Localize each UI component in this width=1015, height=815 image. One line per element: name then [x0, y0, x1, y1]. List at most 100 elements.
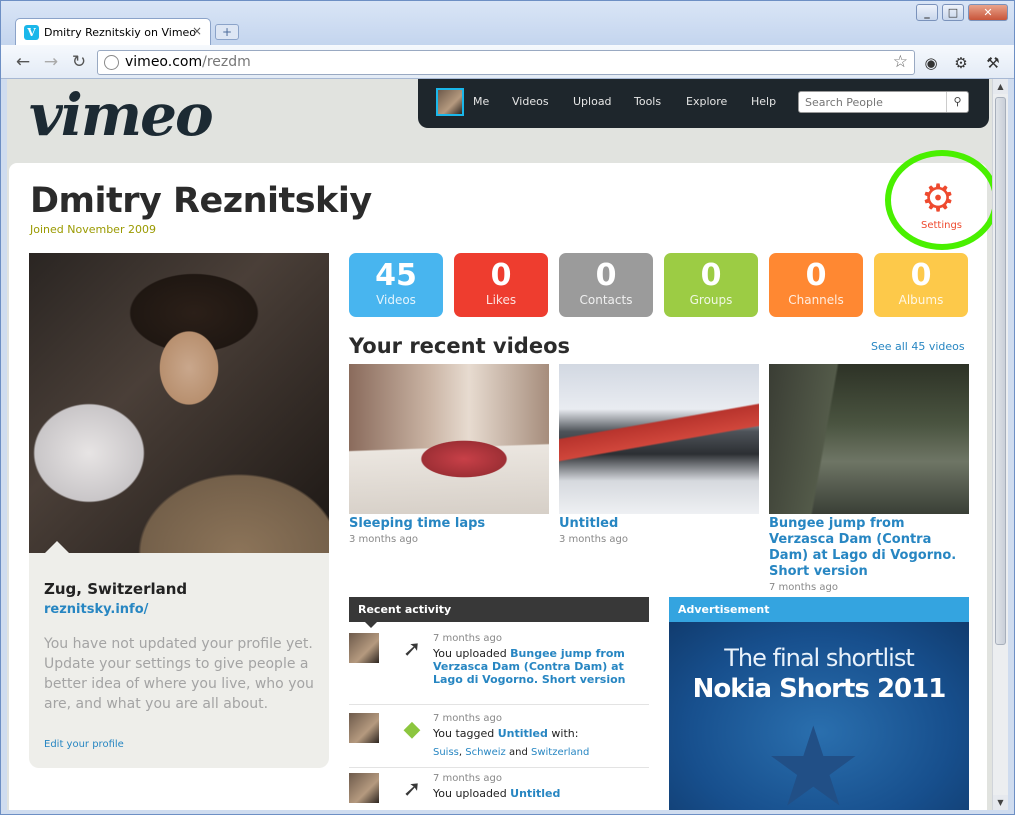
nav-videos[interactable]: Videos [512, 95, 549, 108]
video-age: 3 months ago [349, 534, 418, 545]
page-viewport: vimeo Me Videos Upload Tools Explore Hel… [7, 79, 992, 810]
stat-label: Albums [898, 293, 944, 307]
tag-link[interactable]: Suiss [433, 747, 459, 758]
profile-card: Dmitry Reznitskiy Joined November 2009 ⚙… [9, 150, 992, 810]
video-thumbnail[interactable] [559, 364, 759, 514]
see-all-videos-link[interactable]: See all 45 videos [871, 340, 965, 353]
upload-arrow-icon: ➚ [402, 637, 422, 662]
activity-time: 7 months ago [433, 773, 502, 784]
user-avatar[interactable] [436, 88, 464, 116]
tab-close-icon[interactable]: × [192, 24, 202, 38]
video-thumbnail[interactable] [349, 364, 549, 514]
stat-label: Likes [485, 293, 517, 307]
activity-time: 7 months ago [433, 633, 502, 644]
advertisement-banner[interactable]: The final shortlist Nokia Shorts 2011 ★ [669, 622, 969, 810]
search-box: ⚲ [798, 91, 969, 113]
activity-video-link[interactable]: Untitled [498, 727, 548, 740]
activity-video-link[interactable]: Untitled [510, 787, 560, 800]
forward-arrow-icon[interactable]: → [41, 52, 61, 72]
video-card[interactable]: Bungee jump from Verzasca Dam (Contra Da… [769, 364, 969, 593]
recent-activity-header: Recent activity [349, 597, 649, 622]
video-card[interactable]: Untitled 3 months ago [559, 364, 759, 545]
video-thumbnail[interactable] [769, 364, 969, 514]
upload-arrow-icon: ➚ [402, 777, 422, 802]
video-title[interactable]: Bungee jump from Verzasca Dam (Contra Da… [769, 516, 969, 580]
scroll-down-arrow-icon[interactable]: ▼ [993, 795, 1008, 810]
gear-icon: ⚙ [921, 176, 956, 220]
video-title[interactable]: Sleeping time laps [349, 516, 549, 532]
stat-count: 0 [595, 258, 617, 293]
stat-tile-albums[interactable]: 0 Albums [874, 253, 968, 317]
profile-website-link[interactable]: reznitsky.info/ [44, 602, 148, 617]
activity-item: ◆ 7 months ago You tagged Untitled with:… [349, 713, 649, 768]
search-icon[interactable]: ⚲ [946, 92, 968, 112]
address-bar[interactable]: vimeo.com/rezdm ☆ [97, 50, 915, 75]
stat-tile-channels[interactable]: 0 Channels [769, 253, 863, 317]
vertical-scrollbar[interactable]: ▲ ▼ [992, 79, 1008, 810]
nav-me[interactable]: Me [473, 95, 489, 108]
stat-label: Channels [788, 293, 844, 307]
profile-photo [29, 253, 329, 553]
stat-count: 0 [700, 258, 722, 293]
stat-tile-likes[interactable]: 0 Likes [454, 253, 548, 317]
tag-link[interactable]: Schweiz [465, 747, 506, 758]
activity-text: You tagged Untitled with: [433, 727, 579, 740]
close-window-button[interactable]: ✕ [968, 4, 1008, 21]
settings-button[interactable]: ⚙ Settings [885, 150, 992, 254]
stat-tile-videos[interactable]: 45 Videos [349, 253, 443, 317]
profile-info: Zug, Switzerland reznitsky.info/ You hav… [29, 553, 329, 768]
minimize-button[interactable]: _ [916, 4, 938, 21]
joined-date: Joined November 2009 [30, 223, 156, 236]
stat-tile-groups[interactable]: 0 Groups [664, 253, 758, 317]
activity-item: ➚ 7 months ago You uploaded Untitled [349, 773, 649, 810]
extension-icon[interactable]: ⚙ [951, 53, 971, 73]
vimeo-favicon-icon: V [24, 25, 39, 40]
stat-count: 0 [805, 258, 827, 293]
browser-toolbar: ← → ↻ vimeo.com/rezdm ☆ ◉ ⚙ ⚒ [1, 45, 1014, 79]
activity-avatar[interactable] [349, 633, 379, 663]
camera-icon[interactable]: ◉ [921, 53, 941, 73]
nav-tools[interactable]: Tools [634, 95, 661, 108]
video-age: 7 months ago [769, 582, 838, 593]
ad-line-2: Nokia Shorts 2011 [692, 674, 947, 704]
maximize-button[interactable]: □ [942, 4, 964, 21]
reload-icon[interactable]: ↻ [69, 52, 89, 72]
activity-avatar[interactable] [349, 713, 379, 743]
tab-title: Dmitry Reznitskiy on Vimeo [44, 26, 197, 39]
stat-tile-contacts[interactable]: 0 Contacts [559, 253, 653, 317]
globe-icon [104, 55, 119, 70]
new-tab-button[interactable]: + [215, 24, 239, 40]
ad-line-1: The final shortlist [724, 644, 915, 672]
scroll-thumb[interactable] [995, 97, 1006, 645]
stat-label: Groups [689, 293, 733, 307]
profile-description: You have not updated your profile yet. U… [44, 636, 314, 712]
activity-avatar[interactable] [349, 773, 379, 803]
activity-time: 7 months ago [433, 713, 502, 724]
wrench-icon[interactable]: ⚒ [983, 53, 1003, 73]
top-navigation: Me Videos Upload Tools Explore Help ⚲ [418, 79, 989, 128]
search-input[interactable] [805, 94, 943, 110]
edit-profile-link[interactable]: Edit your profile [44, 739, 124, 750]
recent-videos-title: Your recent videos [349, 334, 571, 358]
activity-text: You uploaded Untitled [433, 787, 561, 800]
nav-upload[interactable]: Upload [573, 95, 612, 108]
video-title[interactable]: Untitled [559, 516, 759, 532]
tag-link[interactable]: Switzerland [531, 747, 589, 758]
video-card[interactable]: Sleeping time laps 3 months ago [349, 364, 549, 545]
nav-explore[interactable]: Explore [686, 95, 727, 108]
scroll-up-arrow-icon[interactable]: ▲ [993, 79, 1008, 94]
stat-label: Contacts [579, 293, 633, 307]
stat-count: 45 [375, 258, 417, 293]
activity-tags: Suiss, Schweiz and Switzerland [433, 747, 590, 758]
stat-count: 0 [910, 258, 932, 293]
bookmark-star-icon[interactable]: ☆ [893, 51, 908, 74]
profile-name: Dmitry Reznitskiy [30, 181, 372, 221]
stat-label: Videos [376, 293, 416, 307]
profile-notch [45, 541, 69, 553]
vimeo-logo[interactable]: vimeo [29, 81, 214, 149]
star-icon: ★ [764, 703, 863, 810]
advertisement-header: Advertisement [669, 597, 969, 622]
nav-help[interactable]: Help [751, 95, 776, 108]
browser-tab[interactable]: V Dmitry Reznitskiy on Vimeo × [15, 18, 211, 45]
back-arrow-icon[interactable]: ← [13, 52, 33, 72]
